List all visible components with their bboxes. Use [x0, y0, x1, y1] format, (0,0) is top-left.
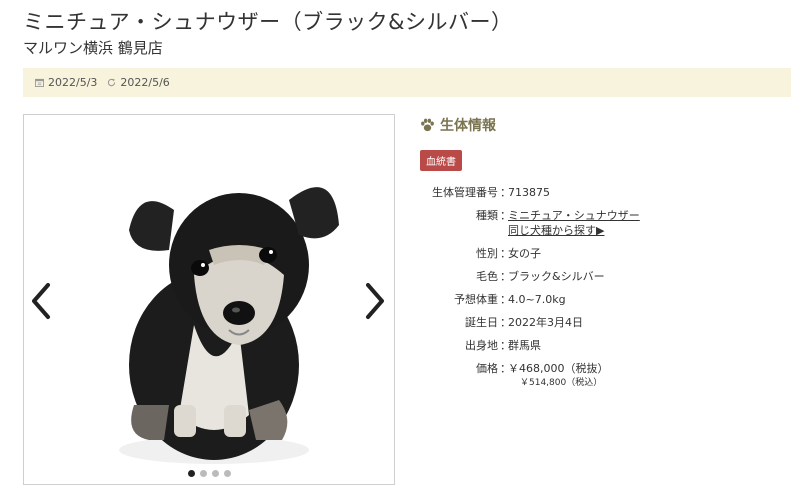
- info-heading-text: 生体情報: [440, 118, 496, 134]
- info-row-color: 毛色 ： ブラック&シルバー: [420, 269, 790, 284]
- posted-date-text: 2022/5/3: [48, 76, 98, 89]
- info-row-id: 生体管理番号 ： 713875: [420, 185, 790, 200]
- puppy-photo: [24, 115, 394, 484]
- row-separator: ：: [500, 362, 511, 375]
- row-label: 誕生日: [465, 316, 498, 329]
- pet-info-panel: 生体情報 血統書 生体管理番号 ： 713875 種類 ： ミニチュア・シュナウ…: [420, 114, 790, 399]
- row-value: 群馬県: [508, 339, 541, 352]
- next-image-button[interactable]: [364, 281, 388, 321]
- row-label: 種類: [476, 209, 498, 222]
- calendar-icon: [35, 78, 44, 87]
- price-excl-tax: ￥468,000（税抜）: [508, 362, 609, 375]
- info-row-origin: 出身地 ： 群馬県: [420, 338, 790, 353]
- gallery-dot[interactable]: [199, 470, 207, 477]
- price-incl-tax: ￥514,800（税込）: [520, 378, 603, 388]
- row-separator: ：: [500, 247, 511, 260]
- row-value: ブラック&シルバー: [508, 270, 605, 283]
- row-value: 2022年3月4日: [508, 316, 583, 329]
- row-value: 713875: [508, 186, 550, 199]
- chevron-right-icon: [366, 283, 384, 319]
- row-label: 予想体重: [454, 293, 498, 306]
- row-separator: ：: [500, 186, 511, 199]
- row-value: 4.0~7.0kg: [508, 293, 566, 306]
- updated-date-text: 2022/5/6: [120, 76, 170, 89]
- row-separator: ：: [500, 270, 511, 283]
- info-row-price: 価格 ： ￥468,000（税抜） ￥514,800（税込）: [420, 361, 790, 391]
- info-table: 生体管理番号 ： 713875 種類 ： ミニチュア・シュナウザー 同じ犬種から…: [420, 185, 790, 391]
- row-separator: ：: [500, 339, 511, 352]
- gallery-dot[interactable]: [211, 470, 219, 477]
- refresh-icon: [108, 78, 116, 87]
- info-heading: 生体情報: [420, 114, 790, 136]
- breed-link[interactable]: ミニチュア・シュナウザー: [508, 208, 640, 223]
- info-row-birthday: 誕生日 ： 2022年3月4日: [420, 315, 790, 330]
- gallery-pagination: [24, 470, 394, 477]
- paw-icon: [421, 118, 434, 132]
- row-label: 価格: [476, 362, 498, 375]
- gallery-dot[interactable]: [223, 470, 231, 477]
- row-label: 性別: [476, 247, 498, 260]
- row-value: ￥468,000（税抜） ￥514,800（税込）: [508, 361, 609, 391]
- chevron-left-icon: [32, 283, 50, 319]
- row-label: 生体管理番号: [432, 186, 498, 199]
- info-row-weight: 予想体重 ： 4.0~7.0kg: [420, 292, 790, 307]
- same-breed-search-link[interactable]: 同じ犬種から探す▶: [508, 223, 640, 238]
- row-value: ミニチュア・シュナウザー 同じ犬種から探す▶: [508, 208, 640, 238]
- info-row-breed: 種類 ： ミニチュア・シュナウザー 同じ犬種から探す▶: [420, 208, 790, 238]
- photo-gallery[interactable]: [23, 114, 395, 485]
- row-separator: ：: [500, 293, 511, 306]
- shop-name: マルワン横浜 鶴見店: [23, 39, 163, 57]
- date-bar: 2022/5/3 2022/5/6: [23, 68, 791, 97]
- gallery-dot[interactable]: [187, 470, 195, 477]
- updated-date: 2022/5/6: [107, 76, 170, 89]
- posted-date: 2022/5/3: [35, 76, 97, 89]
- row-separator: ：: [500, 209, 511, 222]
- row-value: 女の子: [508, 247, 541, 260]
- row-label: 毛色: [476, 270, 498, 283]
- row-label: 出身地: [465, 339, 498, 352]
- previous-image-button[interactable]: [28, 281, 52, 321]
- row-separator: ：: [500, 316, 511, 329]
- info-row-sex: 性別 ： 女の子: [420, 246, 790, 261]
- pedigree-badge: 血統書: [420, 150, 462, 171]
- page-title: ミニチュア・シュナウザー（ブラック&シルバー）: [23, 10, 513, 34]
